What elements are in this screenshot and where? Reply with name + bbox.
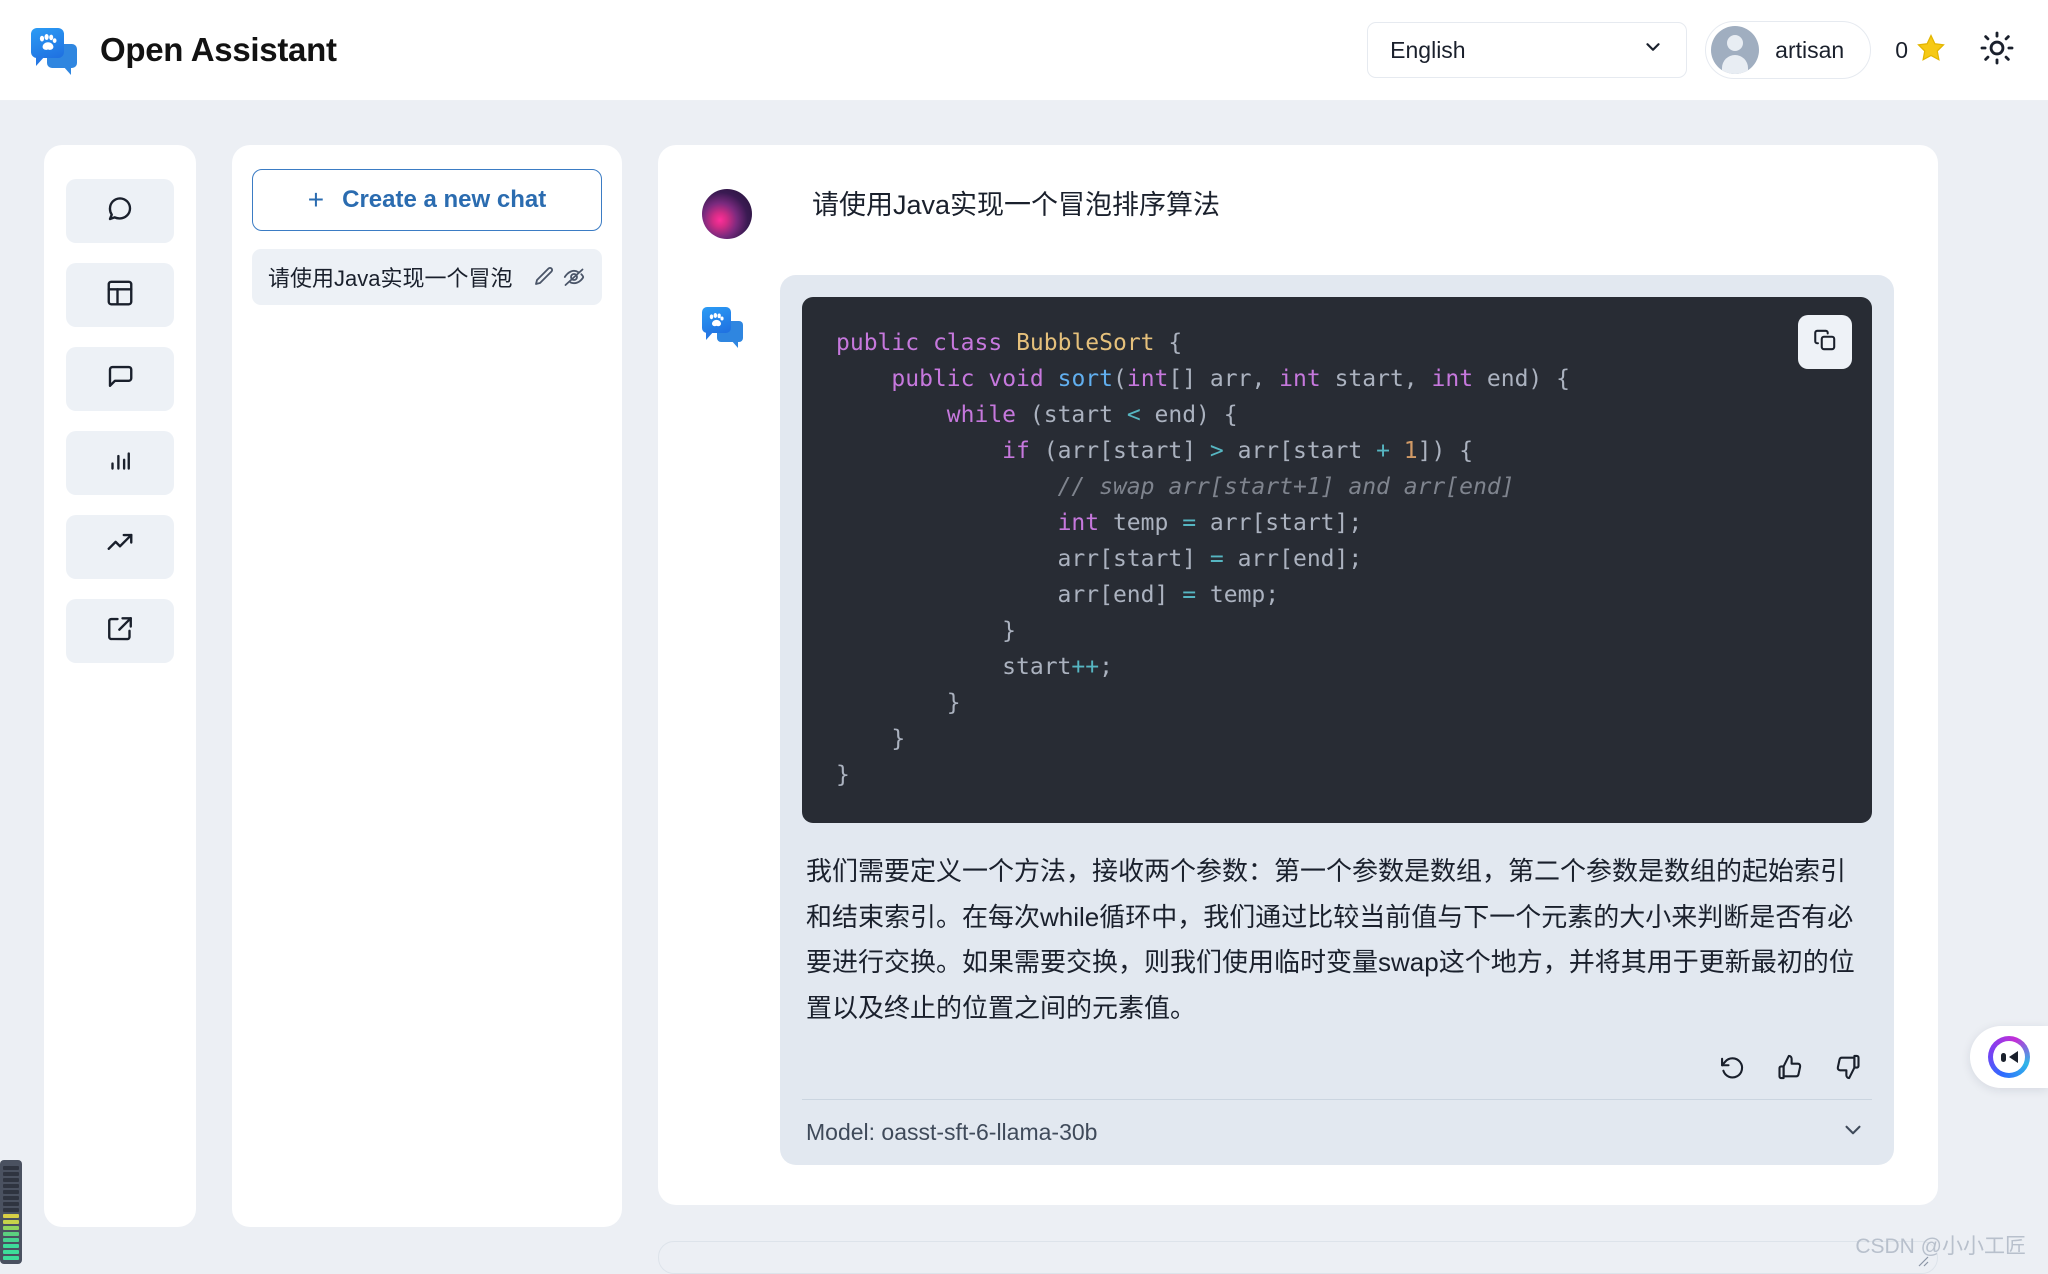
conversation-column: 请使用Java实现一个冒泡排序算法 public class BubbleSor… <box>658 145 2048 1274</box>
eye-off-icon[interactable] <box>562 265 586 289</box>
pencil-icon[interactable] <box>532 265 556 289</box>
external-link-icon <box>105 614 135 649</box>
code-block: public class BubbleSort { public void so… <box>802 297 1872 823</box>
copy-code-button[interactable] <box>1798 315 1852 369</box>
app-header: Open Assistant English artisan 0 <box>0 0 2048 101</box>
message-square-icon <box>105 362 135 397</box>
chat-list-panel: + Create a new chat 请使用Java实现一个冒泡 <box>232 145 622 1227</box>
chevron-down-icon <box>1642 36 1664 64</box>
assistant-bubble: public class BubbleSort { public void so… <box>780 275 1894 1165</box>
score-value: 0 <box>1895 36 1908 63</box>
copy-icon <box>1812 327 1838 358</box>
assistant-explanation-text: 我们需要定义一个方法，接收两个参数：第一个参数是数组，第二个参数是数组的起始索引… <box>806 856 1855 1023</box>
star-icon <box>1916 33 1946 68</box>
list-item[interactable]: 请使用Java实现一个冒泡 <box>252 249 602 305</box>
dashboard-layout-icon <box>105 278 135 313</box>
bar-chart-icon <box>105 446 135 481</box>
sidebar-item-chat[interactable] <box>66 179 174 243</box>
message-circle-icon <box>105 194 135 229</box>
chevron-down-icon[interactable] <box>1840 1117 1866 1148</box>
plus-icon: + <box>307 184 325 215</box>
page-title: Open Assistant <box>100 31 337 68</box>
code-content: public class BubbleSort { public void so… <box>836 330 1570 788</box>
intercom-eye <box>2000 1052 2006 1062</box>
user-avatar-gradient-icon <box>702 189 752 239</box>
message-actions <box>802 1039 1872 1099</box>
watermark: CSDN @小小工匠 <box>1855 1235 2026 1258</box>
trending-up-icon <box>105 530 135 565</box>
user-message-text: 请使用Java实现一个冒泡排序算法 <box>812 190 1221 220</box>
language-select-value: English <box>1390 36 1466 63</box>
sidebar-item-messages[interactable] <box>66 347 174 411</box>
open-assistant-paw-logo-icon <box>702 307 744 348</box>
intercom-mouth <box>2008 1051 2018 1063</box>
user-name: artisan <box>1775 36 1845 63</box>
model-row[interactable]: Model: oasst-sft-6-llama-30b <box>802 1099 1872 1165</box>
assistant-message: public class BubbleSort { public void so… <box>702 275 1894 1165</box>
sidebar-item-stats[interactable] <box>66 431 174 495</box>
sidebar-item-external[interactable] <box>66 599 174 663</box>
nav-rail <box>44 145 196 1227</box>
message-composer[interactable] <box>658 1241 1938 1274</box>
score-badge: 0 <box>1895 33 1946 68</box>
create-new-chat-button[interactable]: + Create a new chat <box>252 169 602 231</box>
language-select[interactable]: English <box>1367 22 1688 78</box>
sidebar-item-leaderboard[interactable] <box>66 515 174 579</box>
theme-toggle-button[interactable] <box>1980 31 2014 70</box>
header-actions: English artisan 0 <box>1367 21 2014 79</box>
model-label: Model: oasst-sft-6-llama-30b <box>806 1119 1098 1145</box>
create-new-chat-label: Create a new chat <box>342 186 547 213</box>
page-body: + Create a new chat 请使用Java实现一个冒泡 请使用Jav… <box>0 101 2048 1274</box>
thumbs-up-button[interactable] <box>1776 1053 1804 1081</box>
brand: Open Assistant <box>30 27 337 75</box>
conversation-card: 请使用Java实现一个冒泡排序算法 public class BubbleSor… <box>658 145 1938 1205</box>
open-assistant-paw-logo-icon <box>30 27 78 75</box>
audio-level-meter-icon[interactable] <box>0 1160 22 1264</box>
thumbs-down-button[interactable] <box>1834 1053 1862 1081</box>
retry-button[interactable] <box>1718 1053 1746 1081</box>
chat-item-label: 请使用Java实现一个冒泡 <box>268 266 513 291</box>
sun-icon <box>1980 31 2014 70</box>
intercom-chat-face-icon[interactable] <box>1970 1026 2048 1088</box>
user-message: 请使用Java实现一个冒泡排序算法 <box>702 185 1894 239</box>
user-menu[interactable]: artisan <box>1705 21 1872 79</box>
avatar <box>1711 26 1760 74</box>
sidebar-item-dashboard[interactable] <box>66 263 174 327</box>
